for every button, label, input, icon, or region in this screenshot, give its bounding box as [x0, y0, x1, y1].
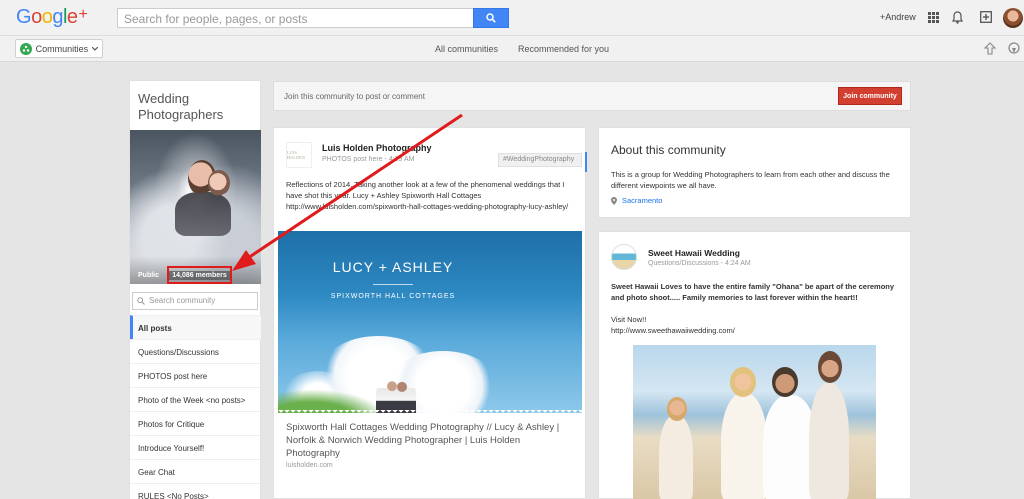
- join-prompt: Join this community to post or comment: [284, 92, 425, 101]
- link-preview-domain: luisholden.com: [286, 462, 333, 469]
- notifications-bell-icon[interactable]: [950, 10, 964, 24]
- communities-dropdown[interactable]: Communities: [15, 39, 103, 58]
- visibility-label: Public: [138, 272, 160, 279]
- join-community-bar: Join this community to post or comment J…: [273, 81, 911, 111]
- post-meta: PHOTOS post here - 4:19 AM: [322, 156, 415, 163]
- community-search-placeholder: Search community: [149, 296, 216, 305]
- sub-navigation: Communities All communities Recommended …: [0, 36, 1024, 62]
- post-link-image[interactable]: LUCY + ASHLEY SPIXWORTH HALL COTTAGES: [278, 231, 582, 413]
- google-plus-logo[interactable]: Google+: [16, 6, 88, 29]
- category-item-gear-chat[interactable]: Gear Chat: [130, 459, 261, 483]
- about-community-card: About this community This is a group for…: [598, 127, 911, 218]
- apps-grid-icon[interactable]: [926, 10, 940, 24]
- category-item-photo-of-week[interactable]: Photo of the Week <no posts>: [130, 387, 261, 411]
- user-profile-link[interactable]: +Andrew: [880, 12, 916, 22]
- nav-all-communities[interactable]: All communities: [435, 44, 498, 54]
- author-avatar[interactable]: [611, 244, 637, 270]
- about-title: About this community: [611, 143, 726, 157]
- search-icon: [137, 297, 145, 305]
- about-description: This is a group for Wedding Photographer…: [611, 170, 890, 190]
- link-preview-title[interactable]: Spixworth Hall Cottages Wedding Photogra…: [286, 421, 576, 460]
- members-count: 14,086 members: [169, 270, 230, 280]
- post-photo[interactable]: [633, 345, 876, 499]
- post-card-sweet-hawaii: Sweet Hawaii Wedding Questions/Discussio…: [598, 231, 911, 499]
- location-pin-icon: [611, 196, 617, 205]
- hashtag-chip[interactable]: #WeddingPhotography: [498, 153, 582, 167]
- category-item-introduce[interactable]: Introduce Yourself!: [130, 435, 261, 459]
- post-time[interactable]: 4:24 AM: [725, 260, 751, 267]
- post-url[interactable]: http://www.sweethawaiiwedding.com/: [611, 325, 901, 336]
- search-icon: [486, 13, 496, 23]
- community-cover-photo: [130, 130, 261, 284]
- community-location[interactable]: Sacramento: [611, 196, 662, 205]
- post-time[interactable]: 4:19 AM: [389, 156, 415, 163]
- communities-icon: [20, 42, 32, 55]
- post-category[interactable]: PHOTOS post here: [322, 156, 383, 163]
- image-subtitle: SPIXWORTH HALL COTTAGES: [330, 293, 456, 300]
- community-search-input[interactable]: Search community: [132, 292, 258, 310]
- nav-recommended[interactable]: Recommended for you: [518, 44, 609, 54]
- author-avatar[interactable]: LUIS HOLDEN: [286, 142, 312, 168]
- category-list: All posts Questions/Discussions PHOTOS p…: [130, 315, 261, 499]
- post-meta: Questions/Discussions - 4:24 AM: [648, 260, 751, 267]
- category-item-photos[interactable]: PHOTOS post here: [130, 363, 261, 387]
- search-input[interactable]: Search for people, pages, or posts: [117, 8, 474, 28]
- chevron-down-icon: [92, 46, 98, 51]
- category-item-rules[interactable]: RULES <No Posts>: [130, 483, 261, 499]
- post-card-luis-holden: LUIS HOLDEN Luis Holden Photography PHOT…: [273, 127, 587, 499]
- community-sidebar: Wedding Photographers Public 14,086 memb…: [129, 80, 261, 499]
- search-button[interactable]: [473, 8, 509, 28]
- top-bar: Google+ Search for people, pages, or pos…: [0, 0, 1024, 36]
- image-edge-decoration: [278, 410, 582, 416]
- category-item-critique[interactable]: Photos for Critique: [130, 411, 261, 435]
- post-author[interactable]: Sweet Hawaii Wedding: [648, 248, 740, 258]
- image-title: LUCY + ASHLEY: [332, 259, 454, 275]
- communities-label: Communities: [35, 43, 89, 54]
- join-community-button[interactable]: Join community: [838, 87, 902, 105]
- avatar[interactable]: [1003, 8, 1023, 28]
- share-box-icon[interactable]: [979, 10, 993, 24]
- hangouts-icon[interactable]: [983, 42, 997, 56]
- post-accent-bar: [585, 152, 587, 172]
- category-item-all-posts[interactable]: All posts: [130, 315, 261, 339]
- category-item-questions[interactable]: Questions/Discussions: [130, 339, 261, 363]
- post-body: Reflections of 2014. Taking another look…: [286, 180, 569, 211]
- community-title: Wedding Photographers: [138, 91, 224, 122]
- location-text: Sacramento: [622, 196, 663, 205]
- post-body: Sweet Hawaii Loves to have the entire fa…: [611, 281, 901, 336]
- scrollbar[interactable]: [1016, 62, 1024, 499]
- post-visit-text: Visit Now!!: [611, 315, 647, 324]
- location-icon[interactable]: [1007, 42, 1021, 56]
- post-body-highlight: Sweet Hawaii Loves to have the entire fa…: [611, 282, 895, 302]
- post-author[interactable]: Luis Holden Photography: [322, 143, 432, 153]
- members-count-badge[interactable]: 14,086 members: [167, 266, 232, 284]
- post-category[interactable]: Questions/Discussions: [648, 260, 719, 267]
